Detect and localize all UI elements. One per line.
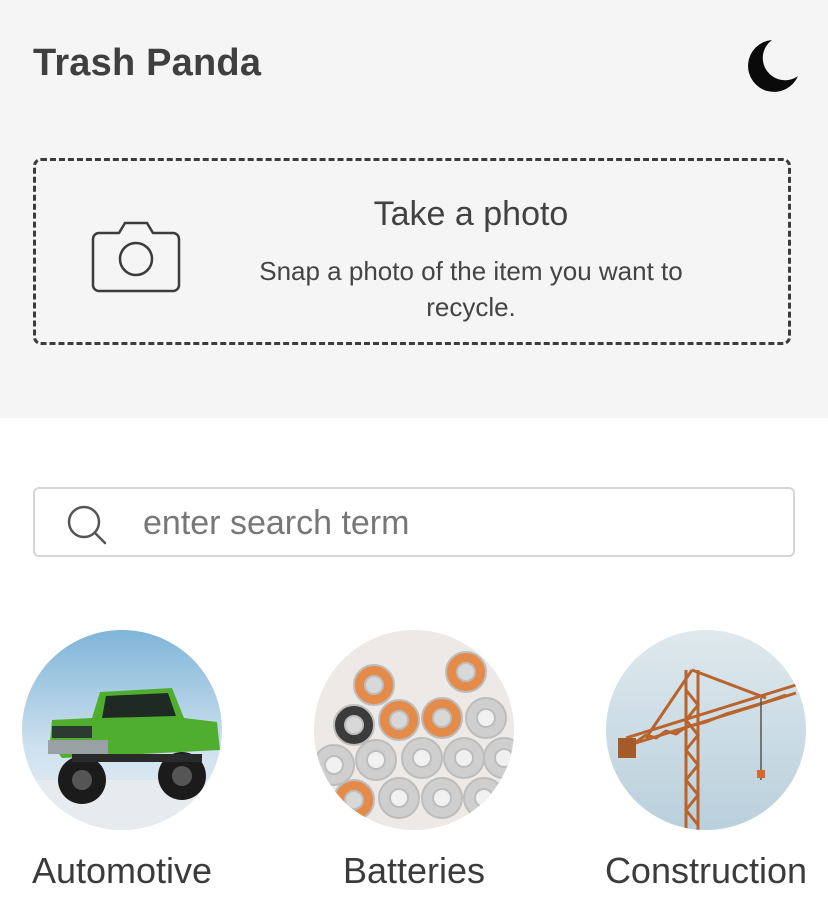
category-automotive[interactable]: Automotive	[2, 630, 242, 900]
category-image-automotive	[22, 630, 222, 830]
moon-icon	[748, 40, 798, 92]
search-input[interactable]	[141, 497, 765, 549]
take-photo-description: Snap a photo of the item you want to rec…	[259, 256, 683, 322]
search-bar	[33, 487, 795, 557]
take-photo-title: Take a photo	[373, 195, 569, 233]
header-section: Trash Panda Take a photo Snap a photo of…	[0, 0, 828, 418]
category-label: Batteries	[342, 850, 486, 891]
category-batteries[interactable]: Batteries	[294, 630, 534, 900]
app-title: Trash Panda	[33, 42, 262, 84]
category-label: Construction	[604, 850, 808, 891]
category-construction[interactable]: Construction	[586, 630, 826, 900]
take-photo-card[interactable]: Take a photo Snap a photo of the item yo…	[33, 158, 791, 345]
dark-mode-toggle[interactable]	[742, 38, 800, 92]
category-image-construction	[606, 630, 806, 830]
category-label: Automotive	[31, 850, 213, 891]
camera-icon	[91, 221, 181, 293]
category-image-batteries	[314, 630, 514, 830]
search-icon	[67, 505, 107, 545]
